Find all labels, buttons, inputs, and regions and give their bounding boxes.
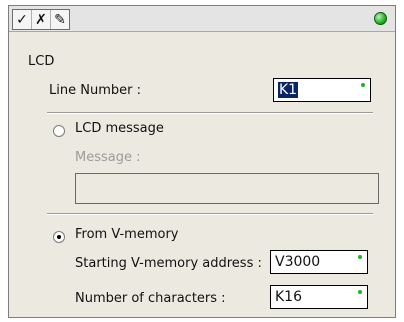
cancel-icon[interactable]: ✗	[32, 10, 51, 29]
start-address-label: Starting V-memory address :	[75, 256, 262, 271]
line-number-label: Line Number :	[49, 83, 141, 98]
toolbar: ✓ ✗ ✎	[9, 6, 395, 32]
line-number-value: K1	[278, 82, 299, 98]
vmemory-radio[interactable]	[53, 231, 65, 243]
valid-dot-icon	[361, 83, 365, 87]
lcd-dialog: ✓ ✗ ✎ LCD Line Number : K1 LCD message M…	[8, 5, 396, 318]
check-icon[interactable]: ✓	[13, 10, 32, 29]
start-address-value: V3000	[275, 254, 321, 270]
line-number-field[interactable]: K1	[273, 78, 371, 102]
valid-dot-icon	[358, 255, 362, 259]
vmemory-label: From V-memory	[75, 227, 179, 242]
lcd-message-label: LCD message	[75, 121, 164, 136]
message-input[interactable]	[75, 173, 379, 204]
toolbar-button-group: ✓ ✗ ✎	[12, 9, 70, 30]
separator	[47, 112, 373, 114]
message-label: Message :	[75, 150, 141, 165]
valid-dot-icon	[358, 290, 362, 294]
status-indicator-icon	[374, 12, 387, 25]
num-chars-label: Number of characters :	[75, 291, 226, 306]
start-address-field[interactable]: V3000	[270, 250, 368, 274]
num-chars-value: K16	[275, 289, 302, 305]
help-icon[interactable]: ✎	[51, 10, 69, 29]
separator	[47, 213, 373, 215]
group-label: LCD	[28, 54, 55, 69]
lcd-message-radio[interactable]	[53, 125, 65, 137]
num-chars-field[interactable]: K16	[270, 285, 368, 309]
